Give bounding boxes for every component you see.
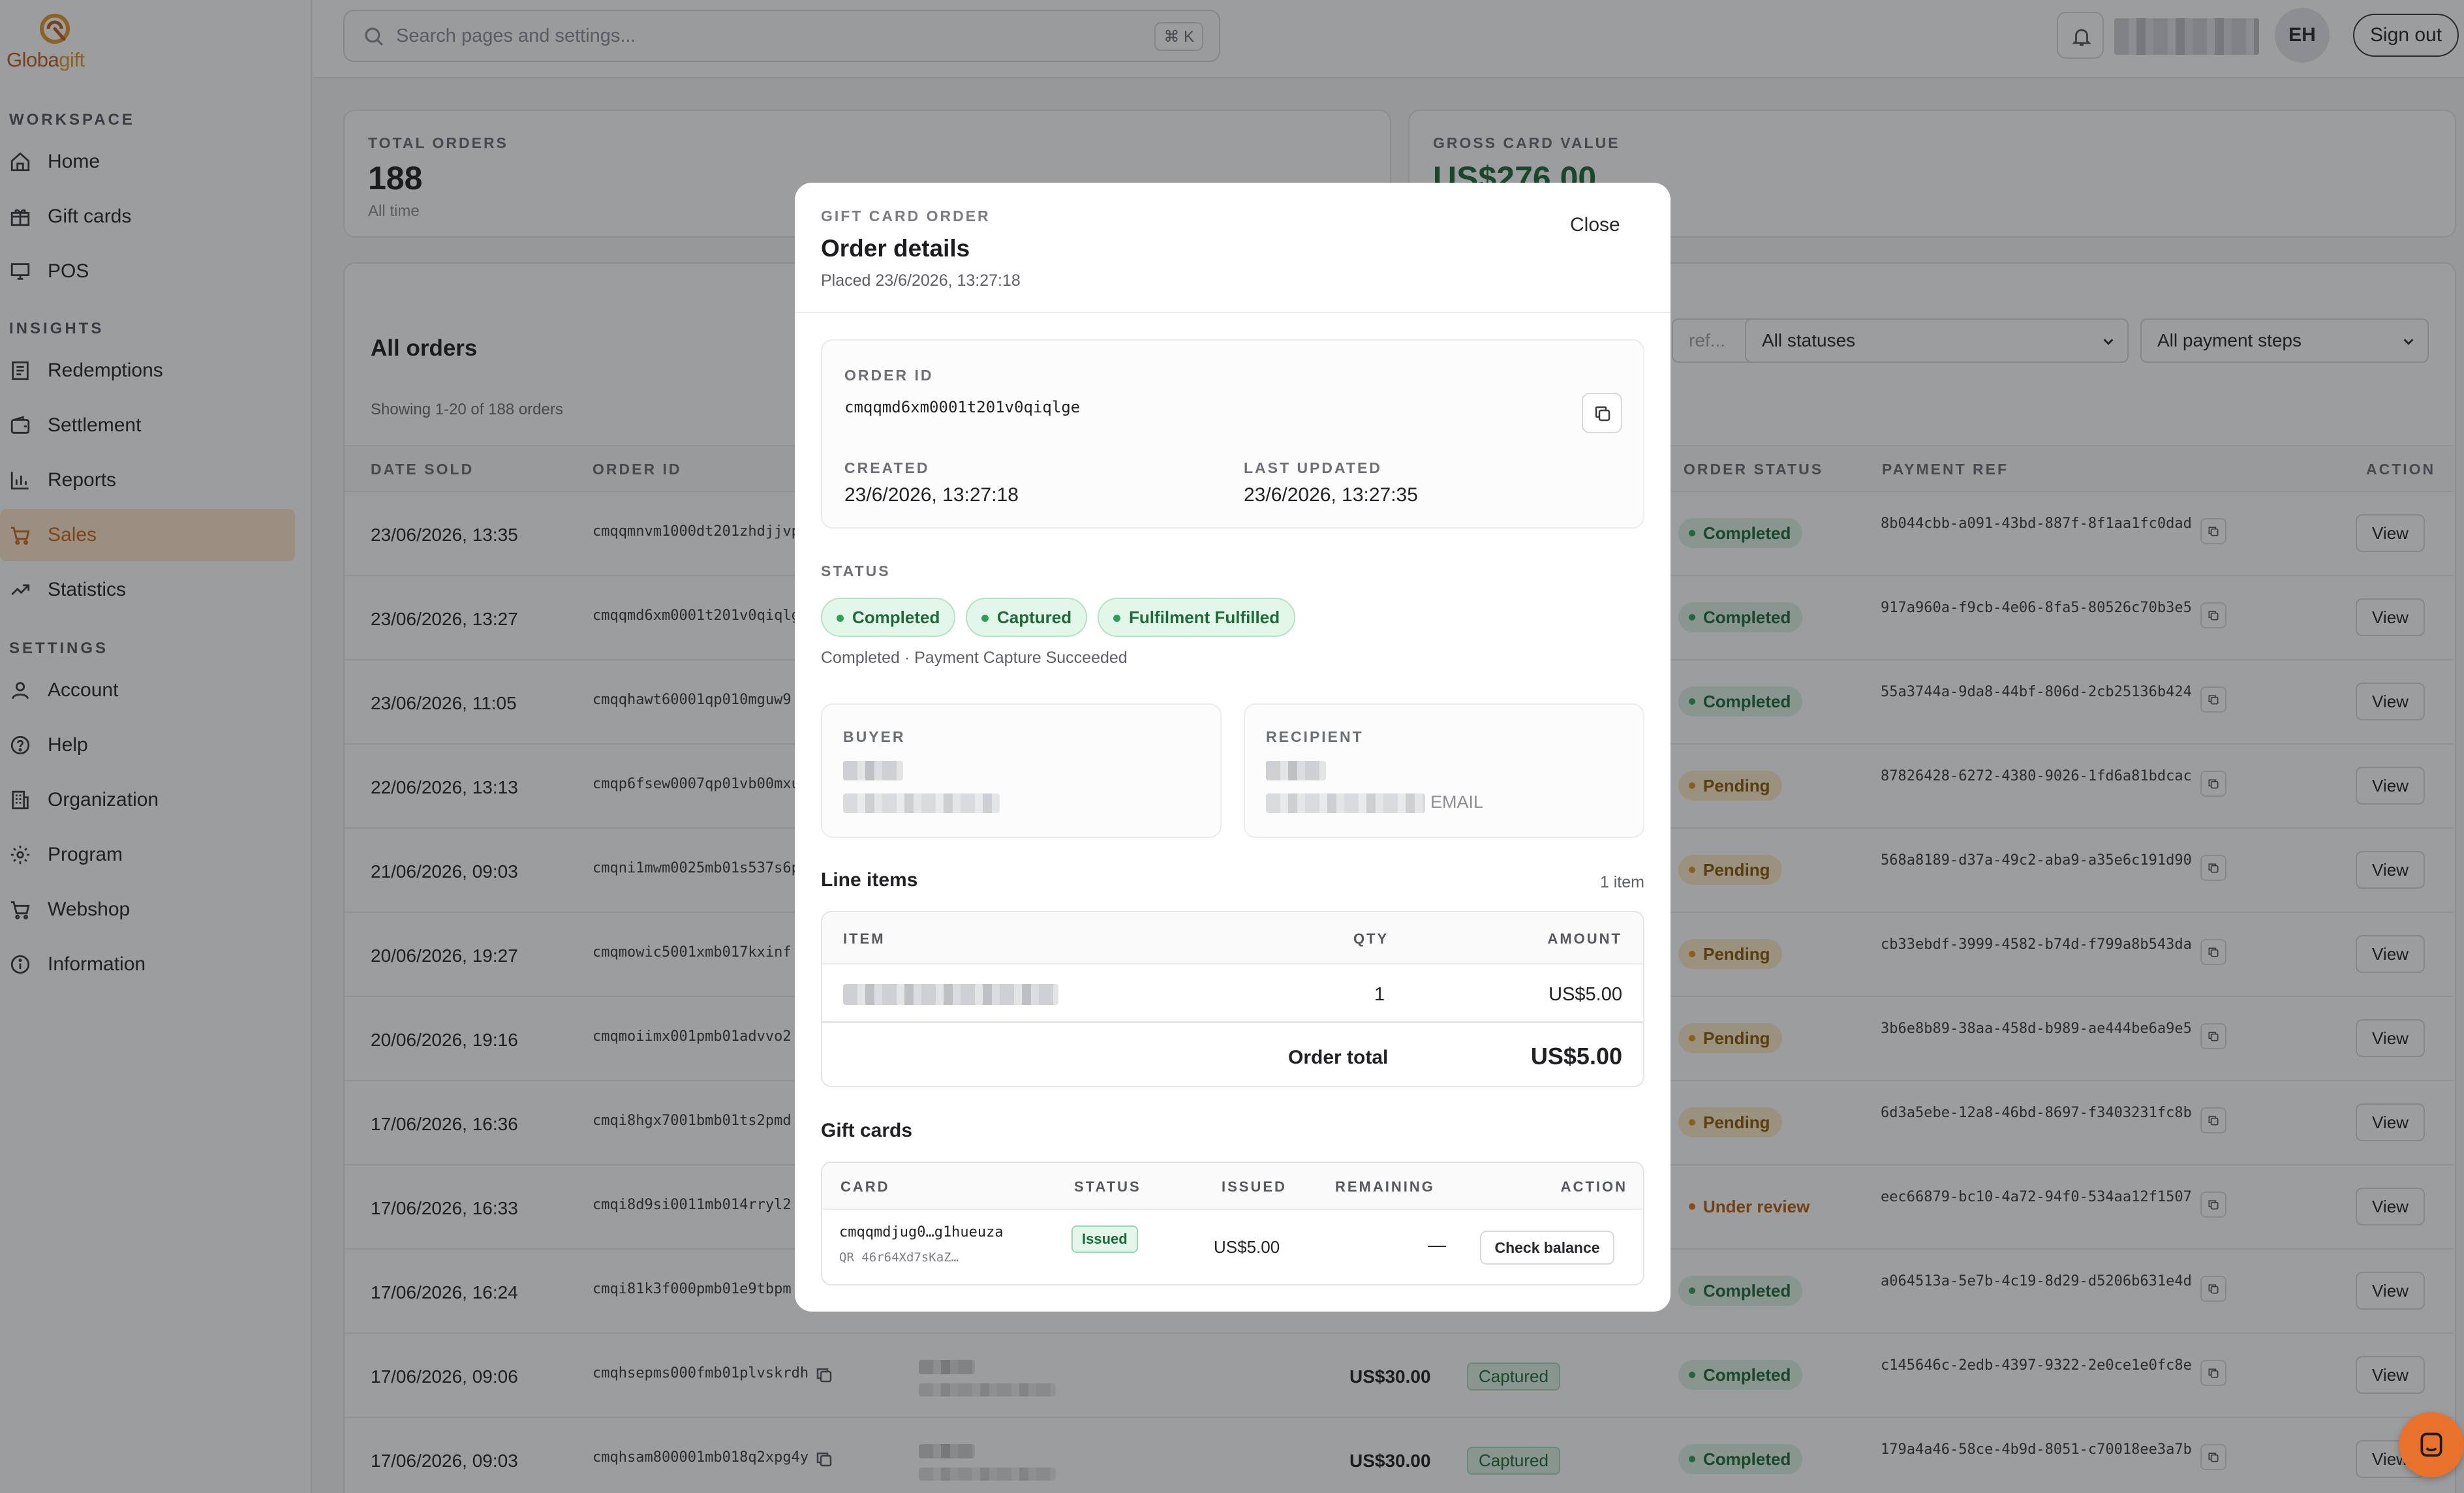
status-dot: [837, 615, 844, 622]
buyer-email-redacted: [843, 793, 1000, 813]
gift-card-status-badge: Issued: [1071, 1225, 1138, 1253]
gift-cards-table: CARD STATUS ISSUED REMAINING ACTION cmqq…: [821, 1162, 1644, 1285]
line-items-count: 1 item: [1599, 873, 1644, 891]
created-label: CREATED: [844, 459, 930, 476]
line-items-title: Line items: [821, 869, 918, 891]
order-total-value: US$5.00: [1530, 1043, 1622, 1070]
buyer-panel: BUYER: [821, 703, 1222, 838]
column-header-issued: ISSUED: [1222, 1178, 1287, 1195]
status-pill-captured: Captured: [966, 598, 1088, 637]
close-button[interactable]: Close: [1570, 214, 1620, 236]
status-dot: [981, 615, 989, 622]
order-total-label: Order total: [1288, 1047, 1389, 1068]
status-dot: [1113, 615, 1120, 622]
modal-eyebrow: GIFT CARD ORDER: [821, 208, 991, 224]
status-pill-text: Fulfilment Fulfilled: [1129, 607, 1280, 627]
line-item-qty: 1: [1374, 984, 1385, 1005]
chat-icon: [2420, 1432, 2442, 1457]
gift-card-issued: US$5.00: [1214, 1237, 1280, 1257]
column-header-card: CARD: [840, 1178, 890, 1195]
chat-launcher-button[interactable]: [2399, 1412, 2464, 1477]
status-pill-text: Captured: [997, 607, 1072, 627]
status-pill-completed: Completed: [821, 598, 956, 637]
order-id-value: cmqqmd6xm0001t201v0qiqlge: [844, 398, 1081, 416]
column-header-amount: AMOUNT: [1547, 931, 1622, 947]
gift-card-remaining: —: [1428, 1235, 1446, 1255]
order-details-modal: GIFT CARD ORDER Order details Placed 23/…: [795, 183, 1671, 1312]
line-item-name-redacted: [843, 984, 1058, 1005]
order-placed-time: Placed 23/6/2026, 13:27:18: [821, 271, 1021, 290]
recipient-channel: EMAIL: [1430, 792, 1484, 812]
column-header-remaining: REMAINING: [1335, 1178, 1435, 1195]
recipient-label: RECIPIENT: [1266, 728, 1364, 745]
copy-order-id-button[interactable]: [1582, 393, 1622, 433]
modal-title: Order details: [821, 235, 970, 262]
last-updated-label: LAST UPDATED: [1244, 459, 1382, 476]
gift-card-qr: QR 46r64Xd7sKaZ…: [839, 1250, 959, 1265]
status-pill-fulfilment: Fulfilment Fulfilled: [1098, 598, 1296, 637]
column-header-status: STATUS: [1074, 1178, 1141, 1195]
column-header-qty: QTY: [1353, 931, 1389, 947]
line-items-table: ITEM QTY AMOUNT 1 US$5.00 Order total US…: [821, 911, 1644, 1087]
check-balance-button[interactable]: Check balance: [1480, 1231, 1614, 1265]
modal-header: GIFT CARD ORDER Order details Placed 23/…: [795, 183, 1671, 313]
recipient-name-redacted: [1266, 761, 1326, 780]
column-header-item: ITEM: [843, 931, 886, 947]
recipient-panel: RECIPIENT EMAIL: [1244, 703, 1644, 838]
created-value: 23/6/2026, 13:27:18: [844, 484, 1019, 506]
gift-cards-title: Gift cards: [821, 1120, 913, 1141]
status-section-label: STATUS: [821, 562, 891, 579]
line-item-row: 1 US$5.00: [822, 964, 1643, 1023]
line-items-header: ITEM QTY AMOUNT: [822, 912, 1643, 964]
status-summary: Completed · Payment Capture Succeeded: [821, 649, 1128, 667]
last-updated-value: 23/6/2026, 13:27:35: [1244, 484, 1418, 506]
order-id-label: ORDER ID: [844, 367, 934, 384]
line-item-amount: US$5.00: [1548, 984, 1622, 1005]
gift-cards-header: CARD STATUS ISSUED REMAINING ACTION: [822, 1163, 1643, 1210]
buyer-name-redacted: [843, 761, 903, 780]
gift-card-code: cmqqmdjug0…g1hueuza: [839, 1224, 1004, 1240]
order-meta-panel: ORDER ID cmqqmd6xm0001t201v0qiqlge CREAT…: [821, 339, 1644, 529]
buyer-label: BUYER: [843, 728, 906, 745]
status-pill-text: Completed: [852, 607, 940, 627]
copy-icon: [1595, 406, 1610, 422]
recipient-email-redacted: [1266, 793, 1425, 813]
column-header-action: ACTION: [1560, 1178, 1627, 1195]
